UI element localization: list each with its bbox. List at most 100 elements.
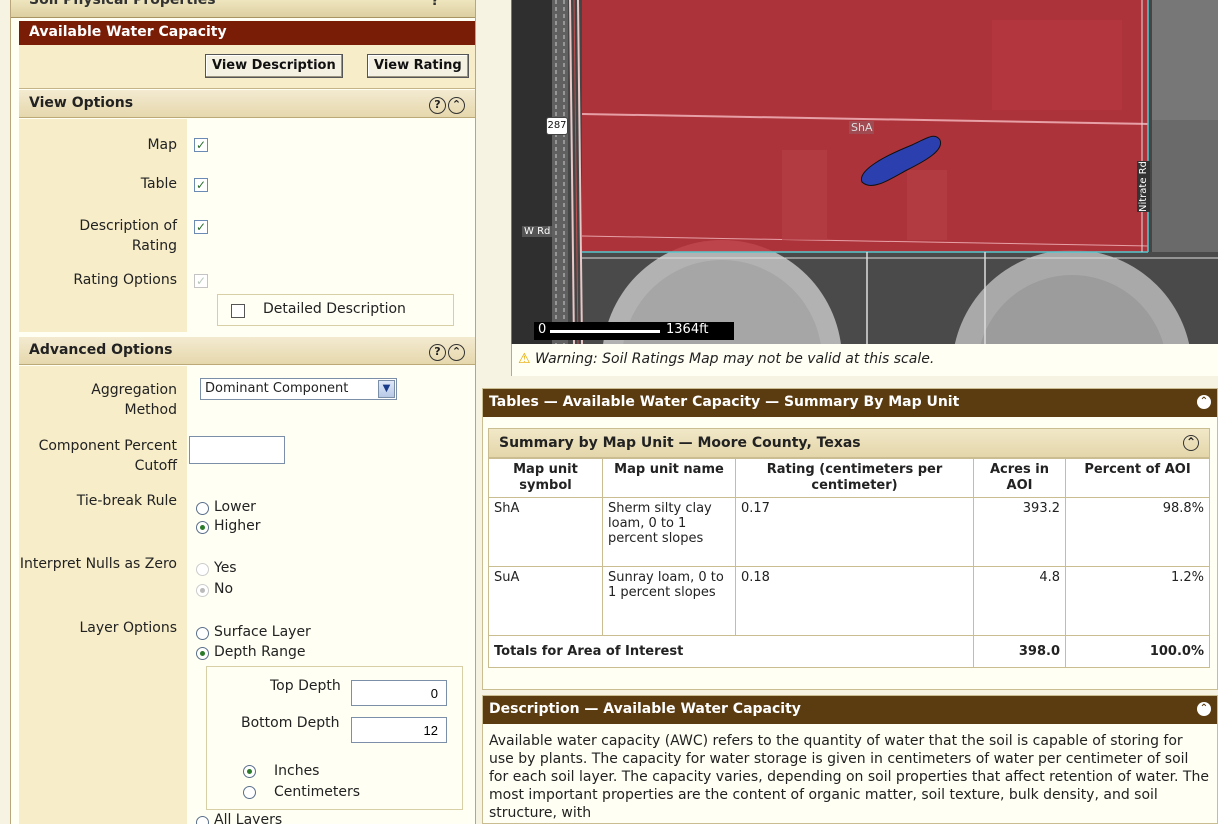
col-header-name: Map unit name [602, 458, 736, 498]
map-imagery [512, 0, 1218, 344]
component-cutoff-input[interactable] [189, 436, 285, 464]
table-total-row: Totals for Area of Interest 398.0 100.0% [488, 635, 1210, 668]
aggregation-method-value: Dominant Component [205, 381, 349, 396]
description-header[interactable]: Description — Available Water Capacity ⌃ [483, 696, 1217, 724]
cell-acres: 4.8 [973, 566, 1066, 636]
cell-symbol: SuA [488, 566, 603, 636]
road-label-nitrate: Nitrate Rd [1136, 161, 1150, 212]
depth-range-label: Depth Range [214, 644, 306, 660]
component-cutoff-label: Component Percent Cutoff [38, 438, 177, 474]
scale-bar: 0 1364ft [534, 322, 734, 340]
nulls-no-radio [196, 584, 209, 597]
cell-rating: 0.18 [735, 566, 974, 636]
warning-text: Warning: Soil Ratings Map may not be val… [535, 351, 935, 367]
cell-name: Sherm silty clay loam, 0 to 1 percent sl… [602, 497, 736, 567]
tiebreak-lower-radio[interactable] [196, 502, 209, 515]
cell-acres: 393.2 [973, 497, 1066, 567]
all-layers-label: All Layers [214, 812, 283, 824]
surface-layer-label: Surface Layer [214, 624, 311, 640]
cell-rating: 0.17 [735, 497, 974, 567]
collapse-icon[interactable]: ⌃ [1183, 435, 1199, 451]
map-unit-label: ShA [849, 121, 875, 134]
rating-options-label: Rating Options [73, 272, 177, 288]
surface-layer-radio[interactable] [196, 627, 209, 640]
chevron-down-icon[interactable]: ▼ [378, 380, 395, 398]
cell-percent: 98.8% [1065, 497, 1210, 567]
top-depth-input[interactable] [351, 680, 447, 706]
collapse-icon[interactable]: ⌃ [448, 97, 465, 114]
table-row: ShA Sherm silty clay loam, 0 to 1 percen… [488, 497, 1210, 567]
soil-map[interactable]: 287 W Rd Nitrate Rd ShA 0 1364ft [511, 0, 1218, 344]
detailed-description-checkbox[interactable] [231, 304, 245, 318]
table-checkbox[interactable]: ✓ [194, 178, 208, 192]
map-checkbox[interactable]: ✓ [194, 138, 208, 152]
warning-icon: ⚠ [518, 351, 531, 367]
description-panel: Description — Available Water Capacity ⌃… [482, 695, 1218, 824]
description-checkbox[interactable]: ✓ [194, 220, 208, 234]
total-percent: 100.0% [1065, 635, 1210, 668]
rating-header: Available Water Capacity [19, 21, 475, 45]
advanced-options-header[interactable]: Advanced Options ? ⌃ [19, 337, 475, 365]
table-option-label: Table [140, 176, 177, 192]
view-buttons-bar: View Description View Rating [19, 45, 475, 89]
summary-title: Summary by Map Unit — Moore County, Texa… [499, 435, 861, 451]
scale-end: 1364ft [666, 322, 709, 337]
left-panel: Soil Physical Properties ? ⌃ Available W… [10, 0, 476, 824]
layer-options-label: Layer Options [79, 620, 177, 636]
bottom-depth-input[interactable] [351, 717, 447, 743]
cell-name: Sunray loam, 0 to 1 percent slopes [602, 566, 736, 636]
inches-label: Inches [274, 763, 320, 779]
depth-range-radio[interactable] [196, 647, 209, 660]
view-rating-button[interactable]: View Rating [367, 54, 469, 78]
section-title: Soil Physical Properties [29, 0, 216, 8]
detailed-description-box: Detailed Description [217, 294, 454, 326]
highway-number: 287 [547, 120, 567, 131]
table-header-row: Map unit symbol Map unit name Rating (ce… [488, 458, 1210, 498]
bottom-depth-label: Bottom Depth [241, 715, 340, 731]
view-options-header[interactable]: View Options ? ⌃ [19, 90, 475, 118]
highway-shield-icon: 287 [546, 117, 568, 135]
nulls-zero-label: Interpret Nulls as Zero [19, 556, 177, 572]
collapse-icon[interactable]: ⌃ [448, 344, 465, 361]
depth-range-box: Top Depth Bottom Depth Inches Centimeter… [206, 666, 463, 810]
collapse-icon[interactable]: ⌃ [1197, 702, 1211, 716]
summary-table: Map unit symbol Map unit name Rating (ce… [488, 458, 1210, 668]
tables-title: Tables — Available Water Capacity — Summ… [489, 394, 960, 410]
tiebreak-higher-label: Higher [214, 518, 261, 534]
help-icon[interactable]: ? [429, 344, 446, 361]
collapse-icon[interactable]: ⌃ [1197, 395, 1211, 409]
total-acres: 398.0 [973, 635, 1066, 668]
scale-line [550, 330, 660, 333]
col-header-acres: Acres in AOI [973, 458, 1066, 498]
description-option-label: Description of Rating [79, 218, 177, 254]
cell-symbol: ShA [488, 497, 603, 567]
nulls-yes-label: Yes [214, 560, 237, 576]
description-text: Available water capacity (AWC) refers to… [489, 733, 1209, 821]
tables-header[interactable]: Tables — Available Water Capacity — Summ… [483, 389, 1217, 417]
cell-percent: 1.2% [1065, 566, 1210, 636]
tiebreak-rule-label: Tie-break Rule [76, 493, 177, 509]
rating-options-checkbox: ✓ [194, 274, 208, 288]
summary-subheader[interactable]: Summary by Map Unit — Moore County, Texa… [488, 428, 1210, 458]
description-title: Description — Available Water Capacity [489, 701, 801, 717]
all-layers-radio[interactable] [196, 816, 209, 824]
view-options-title: View Options [29, 95, 134, 111]
col-header-symbol: Map unit symbol [488, 458, 603, 498]
centimeters-label: Centimeters [274, 784, 361, 800]
advanced-options-label-column [19, 366, 187, 824]
col-header-rating: Rating (centimeters per centimeter) [735, 458, 974, 498]
collapse-icon[interactable]: ⌃ [452, 0, 464, 9]
total-label: Totals for Area of Interest [488, 635, 974, 668]
section-header-soil-physical-properties[interactable]: Soil Physical Properties ? ⌃ [11, 0, 475, 18]
tiebreak-higher-radio[interactable] [196, 521, 209, 534]
help-icon[interactable]: ? [431, 0, 439, 9]
top-depth-label: Top Depth [270, 678, 341, 694]
view-description-button[interactable]: View Description [205, 54, 343, 78]
detailed-description-label: Detailed Description [263, 301, 406, 317]
centimeters-radio[interactable] [243, 786, 256, 799]
inches-radio[interactable] [243, 765, 256, 778]
tables-panel: Tables — Available Water Capacity — Summ… [482, 388, 1218, 690]
help-icon[interactable]: ? [429, 97, 446, 114]
aggregation-method-select[interactable]: Dominant Component ▼ [200, 378, 397, 400]
nulls-no-label: No [214, 581, 234, 597]
